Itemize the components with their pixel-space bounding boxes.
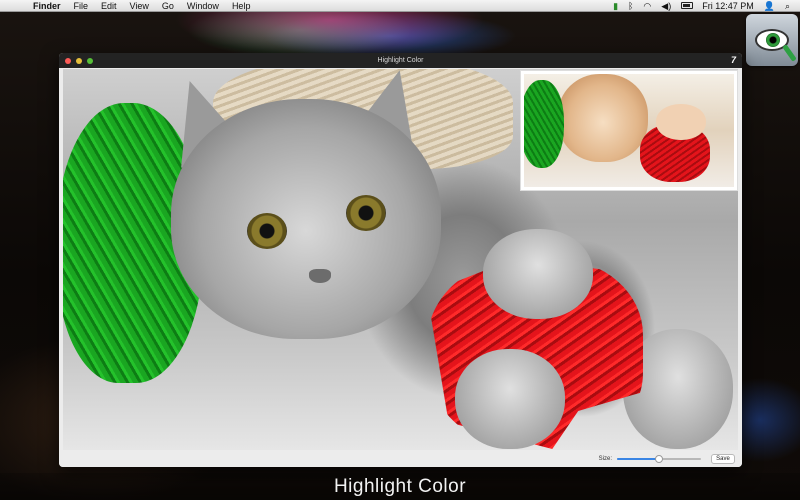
status-area: ▮ ᛒ ◠ ◀) Fri 12:47 PM 👤 ⌕ [613, 0, 800, 12]
cat-nose [309, 269, 331, 283]
menu-edit[interactable]: Edit [101, 0, 117, 12]
cat-head [171, 99, 441, 339]
brush-icon [782, 44, 797, 62]
cat-left-eye [247, 213, 287, 249]
window-title: Highlight Color [377, 57, 424, 64]
bluetooth-icon[interactable]: ᛒ [628, 0, 633, 12]
menu-app-name[interactable]: Finder [33, 0, 61, 12]
slider-fill [617, 457, 659, 460]
preview-cat [558, 74, 648, 162]
title-badge: 7 [730, 55, 736, 65]
preview-paw [656, 104, 706, 140]
menu-help[interactable]: Help [232, 0, 251, 12]
bottom-toolbar: Size: Save [59, 450, 742, 467]
size-label: Size: [598, 455, 612, 462]
cat-top-paw [483, 229, 593, 319]
volume-icon[interactable]: ◀) [661, 0, 671, 12]
user-icon[interactable]: 👤 [764, 0, 775, 12]
preview-image [524, 74, 734, 187]
menu-bar: Finder File Edit View Go Window Help ▮ ᛒ… [0, 0, 800, 12]
app-window: Highlight Color 7 Size: Save [59, 53, 742, 467]
window-titlebar[interactable]: Highlight Color 7 [59, 53, 742, 68]
original-preview[interactable] [520, 70, 738, 191]
evernote-icon[interactable]: ▮ [613, 0, 618, 12]
preview-green-yarn [524, 80, 564, 168]
menu-view[interactable]: View [130, 0, 149, 12]
menu-window[interactable]: Window [187, 0, 219, 12]
wifi-icon[interactable]: ◠ [643, 0, 651, 12]
battery-icon[interactable] [681, 2, 694, 9]
cat-right-eye [346, 195, 386, 231]
slider-knob[interactable] [655, 454, 663, 463]
menu-file[interactable]: File [74, 0, 89, 12]
cat-bottom-paw [455, 349, 565, 449]
spotlight-icon[interactable]: ⌕ [785, 0, 790, 12]
menu-go[interactable]: Go [162, 0, 174, 12]
size-slider[interactable] [617, 454, 701, 463]
caption-title: Highlight Color [0, 473, 800, 500]
save-button[interactable]: Save [711, 453, 735, 464]
menu-clock[interactable]: Fri 12:47 PM [702, 0, 754, 12]
app-icon[interactable] [746, 14, 798, 66]
